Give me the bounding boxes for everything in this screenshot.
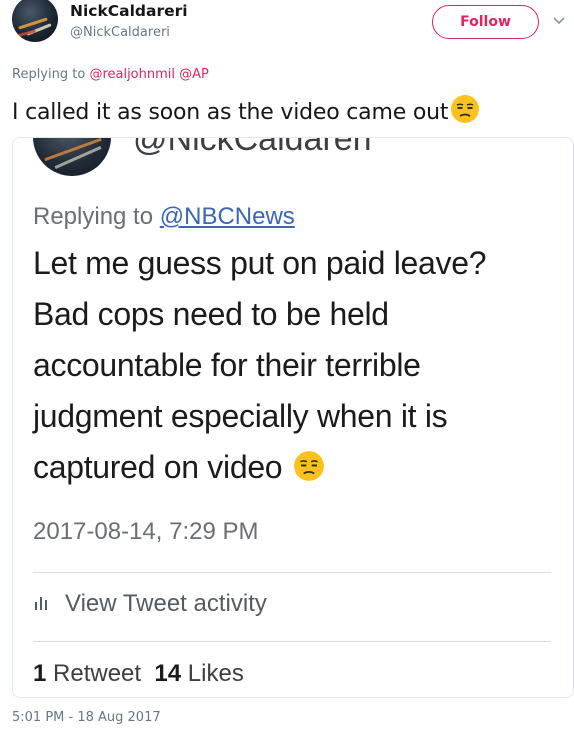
replying-prefix: Replying to <box>12 67 90 82</box>
quoted-replying-prefix: Replying to <box>33 203 160 230</box>
quoted-line: judgment especially when it is <box>33 398 448 434</box>
quoted-replying-to: Replying to @NBCNews <box>33 203 295 231</box>
like-count: 14 <box>154 660 182 687</box>
quoted-date: 2017-08-14, 7:29 PM <box>33 518 259 545</box>
divider <box>33 572 551 573</box>
quoted-line: captured on video <box>33 449 283 485</box>
retweet-label: Retweet <box>46 660 142 687</box>
quoted-activity-row: View Tweet activity <box>33 590 267 618</box>
tweet-text: I called it as soon as the video came ou… <box>12 94 480 134</box>
quoted-line: Let me guess put on paid leave? <box>33 245 487 281</box>
quoted-line: accountable for their terrible <box>33 347 421 383</box>
mention-realjohnmil[interactable]: @realjohnmil <box>89 67 175 82</box>
quoted-handle: @NickCaldareri <box>133 137 372 158</box>
follow-button[interactable]: Follow <box>432 5 539 39</box>
quoted-activity-label: View Tweet activity <box>65 590 267 617</box>
mention-ap[interactable]: @AP <box>179 67 209 82</box>
author-display-name[interactable]: NickCaldareri <box>70 2 188 20</box>
quoted-stats: 1 Retweet 14 Likes <box>33 660 244 688</box>
unamused-face-icon <box>450 94 480 134</box>
chevron-down-icon[interactable] <box>552 14 566 28</box>
bar-chart-icon <box>33 590 51 618</box>
tweet-timestamp[interactable]: 5:01 PM - 18 Aug 2017 <box>12 710 161 725</box>
quoted-screenshot[interactable]: @NickCaldareri Replying to @NBCNews Let … <box>12 137 574 698</box>
quoted-text: Let me guess put on paid leave? Bad cops… <box>33 238 563 497</box>
quoted-avatar <box>33 138 111 176</box>
unamused-face-icon <box>293 446 325 497</box>
divider <box>33 641 551 642</box>
quoted-mention-nbcnews: @NBCNews <box>159 203 295 230</box>
replying-to: Replying to @realjohnmil @AP <box>12 67 209 82</box>
like-label: Likes <box>181 660 244 687</box>
tweet-text-content: I called it as soon as the video came ou… <box>12 100 449 125</box>
quoted-line: Bad cops need to be held <box>33 296 389 332</box>
retweet-count: 1 <box>33 660 47 687</box>
author-avatar[interactable] <box>12 0 58 42</box>
tweet-header: NickCaldareri @NickCaldareri Follow <box>0 0 574 56</box>
author-screen-name[interactable]: @NickCaldareri <box>70 25 170 40</box>
quoted-line-last: captured on video <box>33 442 563 497</box>
